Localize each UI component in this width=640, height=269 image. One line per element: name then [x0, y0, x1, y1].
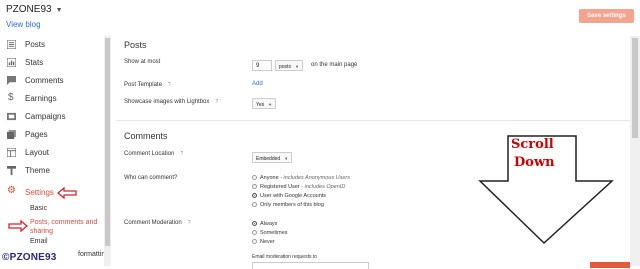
who-can-comment-label: Who can comment? [124, 175, 178, 181]
help-icon[interactable]: ? [188, 220, 191, 226]
sidebar-item-label: Campaigns [25, 112, 66, 121]
email-moderation-label: Email moderation requests to [252, 254, 318, 260]
sidebar-item-settings[interactable]: ⚙ Settings [0, 184, 104, 202]
save-settings-button[interactable]: Save settings [579, 9, 634, 23]
sidebar-item-label: Posts [25, 40, 46, 49]
radio-button-selected[interactable] [252, 221, 257, 227]
comments-icon [7, 76, 16, 85]
post-template-add-link[interactable]: Add [252, 81, 263, 87]
posts-icon [7, 40, 16, 49]
moderation-option-always[interactable]: Always [252, 221, 277, 227]
sidebar-item-label: Settings [25, 188, 54, 197]
left-arrow-annotation-icon [57, 187, 77, 199]
sidebar-item-pages[interactable]: Pages [0, 126, 104, 144]
sidebar-item-label: Theme [25, 166, 50, 175]
sidebar-item-label: Earnings [25, 94, 57, 103]
dropdown-arrow-icon: ▼ [284, 156, 289, 161]
comment-location-value: Embedded [256, 156, 281, 162]
option-note: - includes Anonymous Users [280, 175, 350, 181]
layout-icon [7, 148, 16, 157]
radio-button-selected[interactable] [252, 193, 257, 199]
radio-button[interactable] [252, 175, 257, 181]
theme-icon [7, 166, 16, 175]
settings-sub-posts-comments-sharing[interactable]: Posts, comments and sharing [30, 218, 100, 236]
sidebar-item-campaigns[interactable]: Campaigns [0, 108, 104, 126]
caret-down-icon: ▼ [55, 7, 63, 14]
main-scrollbar[interactable] [630, 36, 640, 266]
radio-button[interactable] [252, 202, 257, 208]
post-template-text: Post Template [124, 82, 162, 88]
watermark: ©PZONE93 [2, 252, 57, 263]
blog-selector[interactable]: PZONE93 ▼ [6, 4, 63, 15]
posts-section-title: Posts [124, 40, 147, 50]
sidebar-item-posts[interactable]: Posts [0, 36, 104, 54]
post-template-label: Post Template? [124, 82, 171, 88]
settings-sub-basic[interactable]: Basic [30, 205, 47, 212]
option-label: Registered User [260, 184, 300, 190]
who-option-anyone[interactable]: Anyone - includes Anonymous Users [252, 175, 350, 181]
top-bar: PZONE93 ▼ View blog Save settings [0, 0, 640, 36]
comment-location-dropdown[interactable]: Embedded ▼ [252, 152, 293, 163]
sidebar-item-label: Layout [25, 148, 50, 157]
option-label: Anyone [260, 175, 279, 181]
dollar-icon: $ [8, 92, 14, 103]
dropdown-arrow-icon: ▼ [294, 64, 299, 69]
pages-icon [7, 130, 16, 139]
blog-name: PZONE93 [6, 4, 52, 15]
comment-location-label: Comment Location? [124, 151, 183, 157]
help-icon[interactable]: ? [215, 99, 218, 105]
down-arrow-annotation-icon [478, 135, 614, 245]
posts-count-input[interactable]: 9 [252, 60, 272, 71]
sidebar-scrollbar[interactable] [104, 36, 111, 266]
option-label: Never [260, 239, 275, 245]
who-option-google[interactable]: User with Google Accounts [252, 193, 326, 199]
comment-moderation-label: Comment Moderation? [124, 220, 190, 226]
stats-icon [7, 58, 16, 67]
sidebar-item-label: Comments [25, 76, 64, 85]
sidebar-scrollbar-thumb[interactable] [105, 38, 110, 246]
section-divider [116, 120, 630, 121]
who-option-registered[interactable]: Registered User - includes OpenID [252, 184, 345, 190]
lightbox-text: Showcase images with Lightbox [124, 99, 210, 105]
who-option-members[interactable]: Only members of this blog [252, 202, 324, 208]
sidebar-item-layout[interactable]: Layout [0, 144, 104, 162]
moderation-option-never[interactable]: Never [252, 239, 275, 245]
sidebar-item-label: Pages [25, 130, 48, 139]
sidebar-item-earnings[interactable]: $ Earnings [0, 90, 104, 108]
sidebar-item-theme[interactable]: Theme [0, 162, 104, 180]
main-scrollbar-thumb[interactable] [632, 38, 638, 138]
dropdown-arrow-icon: ▼ [268, 102, 273, 107]
option-label: Only members of this blog [260, 202, 324, 208]
view-blog-link[interactable]: View blog [6, 20, 41, 29]
comment-moderation-text: Comment Moderation [124, 220, 182, 226]
sidebar-item-label: Stats [25, 58, 44, 67]
right-arrow-annotation-icon [8, 220, 28, 232]
campaigns-icon [7, 112, 16, 121]
settings-sub-email[interactable]: Email [30, 238, 48, 245]
gear-icon: ⚙ [7, 185, 16, 196]
sidebar-item-comments[interactable]: Comments [0, 72, 104, 90]
option-label: User with Google Accounts [260, 193, 327, 199]
partial-orange-button[interactable] [590, 262, 630, 268]
lightbox-dropdown[interactable]: Yes ▼ [252, 98, 277, 109]
radio-button[interactable] [252, 230, 257, 236]
lightbox-label: Showcase images with Lightbox? [124, 99, 218, 105]
comments-section-title: Comments [124, 131, 168, 141]
comment-location-text: Comment Location [124, 151, 175, 157]
posts-unit-dropdown[interactable]: posts ▼ [275, 60, 303, 71]
sidebar-item-stats[interactable]: Stats [0, 54, 104, 72]
show-at-most-label: Show at most [124, 59, 161, 65]
lightbox-value: Yes [256, 102, 265, 108]
help-icon[interactable]: ? [180, 151, 183, 157]
posts-suffix-text: on the main page [311, 62, 358, 68]
help-icon[interactable]: ? [168, 82, 171, 88]
option-label: Always [260, 221, 278, 227]
posts-unit-value: posts [279, 64, 291, 70]
moderation-option-sometimes[interactable]: Sometimes [252, 230, 288, 236]
radio-button[interactable] [252, 184, 257, 190]
option-label: Sometimes [260, 230, 288, 236]
radio-button[interactable] [252, 239, 257, 245]
option-note: - includes OpenID [301, 184, 346, 190]
